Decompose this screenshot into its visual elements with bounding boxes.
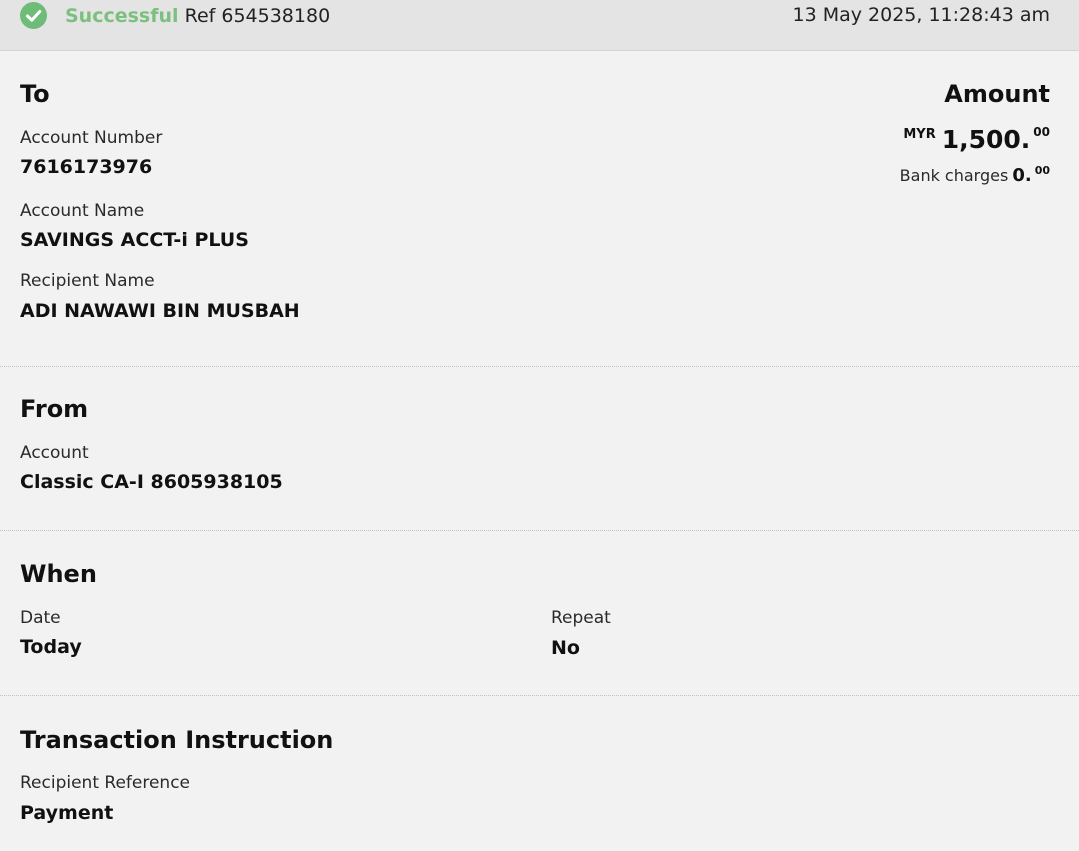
status-line: Successful Ref 654538180 [65,4,330,28]
from-heading: From [20,395,89,423]
account-number-value: 7616173976 [20,156,153,178]
check-circle-icon [20,2,47,29]
from-account-value: Classic CA-I 8605938105 [20,471,283,493]
bank-charges-label: Bank charges [899,166,1009,185]
instruction-heading: Transaction Instruction [20,726,334,754]
from-section: From Account Classic CA-I 8605938105 [0,367,1079,530]
to-heading: To [20,80,50,108]
account-name-label: Account Name [20,201,145,221]
amount-cents: 00 [1033,125,1050,139]
status-label: Successful [65,5,179,27]
to-section: To Account Number 7616173976 Account Nam… [0,51,1079,366]
account-number-label: Account Number [20,128,163,148]
from-account-label: Account [20,443,89,463]
recipient-reference-label: Recipient Reference [20,773,190,793]
recipient-reference-value: Payment [20,802,114,824]
reference-number: Ref 654538180 [184,5,331,27]
repeat-label: Repeat [551,608,611,628]
date-label: Date [20,608,61,628]
transaction-timestamp: 13 May 2025, 11:28:43 am [792,4,1051,26]
when-section: When Date Today Repeat No [0,531,1079,695]
when-heading: When [20,560,97,588]
recipient-name-label: Recipient Name [20,271,155,291]
bank-charges: Bank charges 0. 00 [900,164,1050,186]
amount-heading: Amount [944,80,1050,108]
amount-whole: 1,500. [941,125,1031,154]
currency-code: MYR [903,127,936,142]
bank-charges-whole: 0. [1012,165,1032,186]
instruction-section: Transaction Instruction Recipient Refere… [0,696,1079,851]
account-name-value: SAVINGS ACCT-i PLUS [20,229,249,251]
amount-value: MYR 1,500. 00 [903,125,1050,154]
recipient-name-value: ADI NAWAWI BIN MUSBAH [20,300,300,322]
bank-charges-cents: 00 [1034,164,1050,177]
status-bar: Successful Ref 654538180 13 May 2025, 11… [0,0,1079,51]
repeat-value: No [551,637,580,659]
date-value: Today [20,636,82,658]
